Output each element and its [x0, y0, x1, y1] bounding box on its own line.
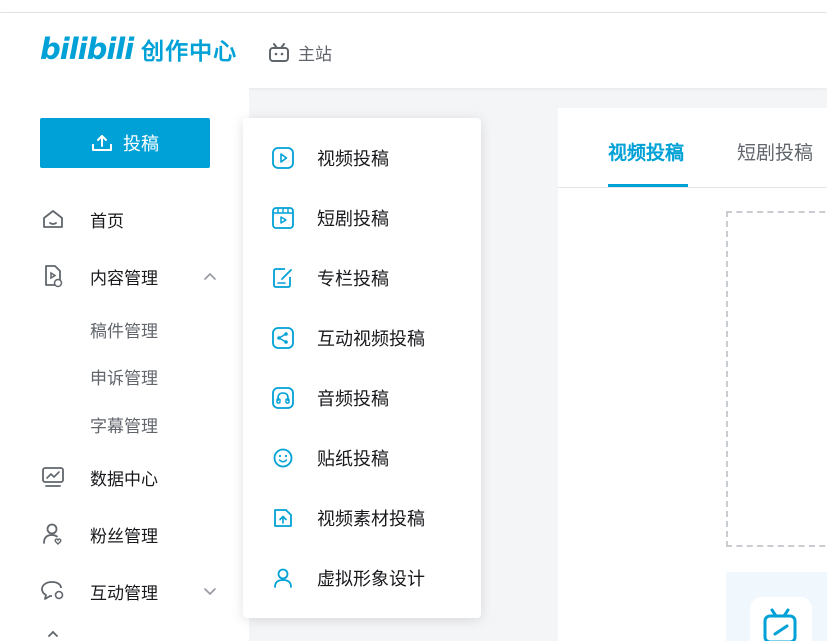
fans-icon: [40, 521, 66, 547]
sidebar-item-label: 互动管理: [90, 583, 158, 604]
upload-dropzone[interactable]: [726, 211, 827, 547]
sidebar-item-interaction[interactable]: 互动管理: [40, 573, 220, 609]
tab-short-drama-upload[interactable]: 短剧投稿: [737, 138, 813, 165]
menu-item-video-material[interactable]: 视频素材投稿: [271, 503, 425, 533]
upload-tip-panel: [726, 572, 827, 641]
sidebar-subitem-appeals[interactable]: 申诉管理: [90, 364, 158, 389]
home-icon: [40, 206, 66, 232]
menu-item-label: 视频投稿: [317, 149, 389, 170]
menu-item-label: 专栏投稿: [317, 269, 389, 290]
upload-button-label: 投稿: [123, 134, 159, 155]
video-play-icon: [271, 146, 295, 170]
creator-center-logo[interactable]: bilibili 创作中心: [40, 32, 237, 66]
upload-type-menu: 视频投稿 短剧投稿 专栏投稿 互动视频投稿 音频投稿 贴纸投稿 视频素材投稿 虚…: [243, 118, 481, 618]
menu-item-short-drama[interactable]: 短剧投稿: [271, 203, 389, 233]
menu-item-article[interactable]: 专栏投稿: [271, 263, 389, 293]
main-content: 视频投稿 短剧投稿: [558, 108, 827, 641]
chart-icon: [40, 464, 66, 490]
content-doc-icon: [40, 263, 66, 289]
active-tab-indicator: [608, 184, 688, 187]
sidebar-subitem-manuscripts[interactable]: 稿件管理: [90, 317, 158, 342]
menu-item-label: 虚拟形象设计: [317, 569, 425, 590]
article-edit-icon: [271, 266, 295, 290]
logo-text: 创作中心: [141, 39, 238, 65]
main-site-link[interactable]: 主站: [268, 40, 332, 65]
upload-button[interactable]: 投稿: [40, 118, 210, 168]
menu-item-label: 贴纸投稿: [317, 449, 389, 470]
main-site-label: 主站: [298, 45, 332, 65]
sidebar-item-home[interactable]: 首页: [40, 201, 220, 237]
more-icon: [40, 628, 66, 641]
header: bilibili 创作中心 主站: [0, 13, 827, 88]
menu-item-audio[interactable]: 音频投稿: [271, 383, 389, 413]
chat-icon: [40, 578, 66, 604]
upload-icon: [92, 135, 112, 151]
sidebar-item-label: 内容管理: [90, 268, 158, 289]
menu-item-label: 短剧投稿: [317, 209, 389, 230]
menu-item-virtual-avatar[interactable]: 虚拟形象设计: [271, 563, 425, 593]
sidebar-item-label: 数据中心: [90, 469, 158, 490]
sidebar-item-data-center[interactable]: 数据中心: [40, 459, 220, 495]
chevron-up-icon[interactable]: [202, 268, 218, 284]
chevron-down-icon[interactable]: [202, 583, 218, 599]
sidebar-subitem-subtitles[interactable]: 字幕管理: [90, 412, 158, 437]
tv-icon: [269, 42, 289, 62]
interactive-share-icon: [271, 326, 295, 350]
sidebar-item-partial[interactable]: [40, 628, 220, 641]
short-drama-icon: [271, 206, 295, 230]
sidebar: 投稿 首页 内容管理 稿件管理 申诉管理 字幕管理 数据中心 粉丝管理 互动管理: [0, 88, 249, 641]
menu-item-sticker[interactable]: 贴纸投稿: [271, 443, 389, 473]
top-strip: [0, 0, 827, 13]
sticker-smile-icon: [271, 446, 295, 470]
sidebar-item-content[interactable]: 内容管理: [40, 258, 220, 294]
bilibili-logo-mark: bilibili: [40, 32, 134, 66]
material-upload-icon: [271, 506, 295, 530]
menu-item-video[interactable]: 视频投稿: [271, 143, 389, 173]
upload-tabs: 视频投稿 短剧投稿: [558, 108, 827, 188]
menu-item-label: 视频素材投稿: [317, 509, 425, 530]
sidebar-item-label: 首页: [90, 211, 124, 232]
sidebar-item-fans[interactable]: 粉丝管理: [40, 516, 220, 552]
avatar-user-icon: [271, 566, 295, 590]
tv-upload-icon: [750, 597, 812, 641]
menu-item-label: 音频投稿: [317, 389, 389, 410]
sidebar-item-label: 粉丝管理: [90, 526, 158, 547]
tab-video-upload[interactable]: 视频投稿: [608, 138, 684, 165]
menu-item-label: 互动视频投稿: [317, 329, 425, 350]
menu-item-interactive-video[interactable]: 互动视频投稿: [271, 323, 425, 353]
headphones-icon: [271, 386, 295, 410]
